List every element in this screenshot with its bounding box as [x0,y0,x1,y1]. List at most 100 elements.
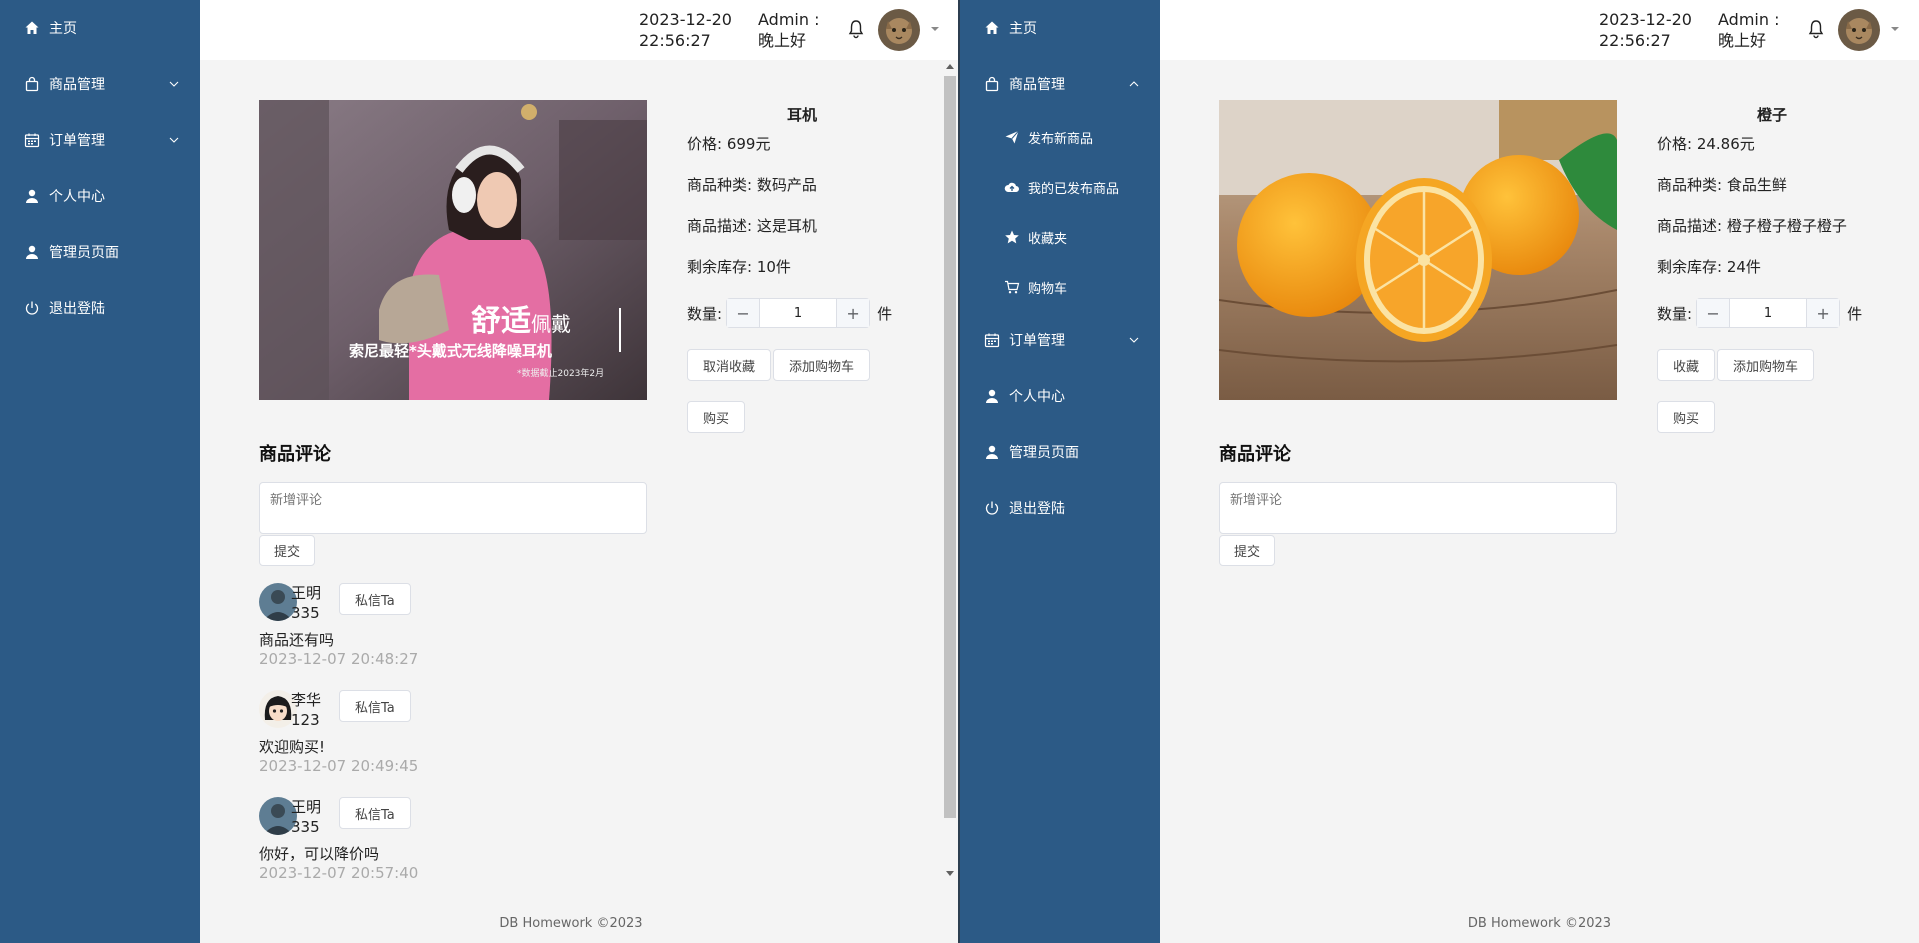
avatar[interactable] [878,9,920,51]
sidebar-item-logout[interactable]: 退出登陆 [960,480,1160,536]
chevron-down-icon [1129,337,1139,343]
submit-button[interactable]: 提交 [1219,535,1276,566]
message-button[interactable]: 私信Ta [339,583,411,615]
bag-icon [24,76,40,92]
sidebar-item-label: 主页 [1009,21,1037,37]
submenu-item-favorites[interactable]: 收藏夹 [960,212,1160,262]
sidebar-item-personal-center[interactable]: 个人中心 [960,368,1160,424]
top-header: 2023-12-20 22:56:27 Admin : 晚上好 [200,0,958,60]
decrement-button[interactable]: − [1697,299,1730,327]
power-icon [24,300,40,316]
decrement-button[interactable]: − [727,299,760,327]
product-info: 耳机 价格: 699元 商品种类: 数码产品 商品描述: 这是耳机 剩余库存: … [687,100,917,433]
unfavorite-button[interactable]: 取消收藏 [687,349,772,381]
submit-button[interactable]: 提交 [259,535,316,566]
sidebar-item-label: 商品管理 [49,77,105,93]
product-stock: 剩余库存: 24件 [1657,258,1761,276]
add-to-cart-button[interactable]: 添加购物车 [773,349,871,381]
footer: DB Homework ©2023 [1467,916,1612,931]
scroll-down-icon[interactable] [946,871,954,876]
scrollbar[interactable] [942,60,958,943]
sidebar-item-label: 退出登陆 [1009,501,1065,517]
submenu-item-label: 收藏夹 [1028,231,1068,247]
chevron-down-icon [169,81,179,87]
sidebar-item-product-management[interactable]: 商品管理 [0,56,200,112]
bell-icon[interactable] [1807,19,1825,39]
product-description: 商品描述: 橙子橙子橙子橙子 [1657,217,1847,235]
sidebar-item-label: 个人中心 [49,189,105,205]
comment-input[interactable] [1219,482,1617,534]
sidebar-item-admin-page[interactable]: 管理员页面 [0,224,200,280]
caret-down-icon[interactable] [930,25,940,33]
buy-button[interactable]: 购买 [1657,401,1716,433]
bell-icon[interactable] [847,19,865,39]
submenu-item-my-products[interactable]: 我的已发布商品 [960,162,1160,212]
message-button[interactable]: 私信Ta [339,690,411,722]
review-title: 商品评论 [1219,444,1291,465]
header-greeting: Admin : 晚上好 [1718,10,1780,50]
image-caption-note: *数据截止2023年2月 [517,369,605,379]
product-price: 价格: 699元 [687,135,771,153]
product-category: 商品种类: 数码产品 [687,176,817,194]
chevron-up-icon [1129,81,1139,87]
product-category: 商品种类: 食品生鲜 [1657,176,1787,194]
calendar-icon [984,332,1000,348]
message-button[interactable]: 私信Ta [339,797,411,829]
sidebar-item-personal-center[interactable]: 个人中心 [0,168,200,224]
sidebar-item-admin-page[interactable]: 管理员页面 [960,424,1160,480]
quantity-input[interactable]: 1 [759,299,838,327]
home-icon [984,20,1000,36]
sidebar-item-order-management[interactable]: 订单管理 [960,312,1160,368]
header-time: 22:56:27 [1599,31,1671,50]
cloud-upload-icon [1004,179,1020,195]
send-icon [1004,129,1020,145]
user-icon [984,388,1000,404]
quantity-label: 数量: [687,304,723,323]
user-icon [984,444,1000,460]
main-content: 橙子 价格: 24.86元 商品种类: 食品生鲜 商品描述: 橙子橙子橙子橙子 … [1160,60,1919,943]
quantity-stepper: − 1 + [1696,298,1841,328]
calendar-icon [24,132,40,148]
top-header: 2023-12-20 22:56:27 Admin : 晚上好 [1160,0,1919,60]
quantity-unit: 件 [877,304,893,323]
sidebar-item-product-management[interactable]: 商品管理 [960,56,1160,112]
image-caption-sub: 索尼最轻*头戴式无线降噪耳机 [349,342,552,360]
user-icon [24,244,40,260]
comment-text: 欢迎购买! [259,738,326,756]
quantity-row: 数量: − 1 + 件 [687,298,917,328]
sidebar-item-label: 个人中心 [1009,389,1065,405]
power-icon [984,500,1000,516]
sidebar-item-home[interactable]: 主页 [960,0,1160,56]
product-image [1219,100,1617,400]
quantity-input[interactable]: 1 [1729,299,1808,327]
home-icon [24,20,40,36]
submenu-item-cart[interactable]: 购物车 [960,262,1160,312]
increment-button[interactable]: + [1807,299,1840,327]
caret-down-icon[interactable] [1890,25,1900,33]
sidebar-item-logout[interactable]: 退出登陆 [0,280,200,336]
header-date: 2023-12-20 [639,10,732,29]
sidebar-item-order-management[interactable]: 订单管理 [0,112,200,168]
sidebar-item-label: 订单管理 [49,133,105,149]
sidebar-item-home[interactable]: 主页 [0,0,200,56]
increment-button[interactable]: + [837,299,870,327]
submenu-item-label: 购物车 [1028,281,1068,297]
avatar[interactable] [1838,9,1880,51]
header-datetime: 2023-12-20 22:56:27 [639,9,739,51]
add-to-cart-button[interactable]: 添加购物车 [1717,349,1815,381]
sidebar: 主页 商品管理 发布新商品 我的已发布商品 收藏夹 购物车 订单管理 个人中心 … [960,0,1160,943]
favorite-button[interactable]: 收藏 [1657,349,1716,381]
product-description: 商品描述: 这是耳机 [687,217,817,235]
scrollbar-thumb[interactable] [944,76,956,818]
submenu-item-publish[interactable]: 发布新商品 [960,112,1160,162]
product-info: 橙子 价格: 24.86元 商品种类: 食品生鲜 商品描述: 橙子橙子橙子橙子 … [1657,100,1887,433]
comment-username: 王明335 [291,798,322,836]
comment-username: 李华123 [291,691,322,729]
chevron-down-icon [169,137,179,143]
buy-button[interactable]: 购买 [687,401,746,433]
left-window: 主页 商品管理 订单管理 个人中心 管理员页面 退出登陆 2023-12-20 … [0,0,958,943]
scroll-up-icon[interactable] [946,64,954,69]
product-stock: 剩余库存: 10件 [687,258,791,276]
comment-input[interactable] [259,482,647,534]
comment-time: 2023-12-07 20:57:40 [259,864,419,882]
